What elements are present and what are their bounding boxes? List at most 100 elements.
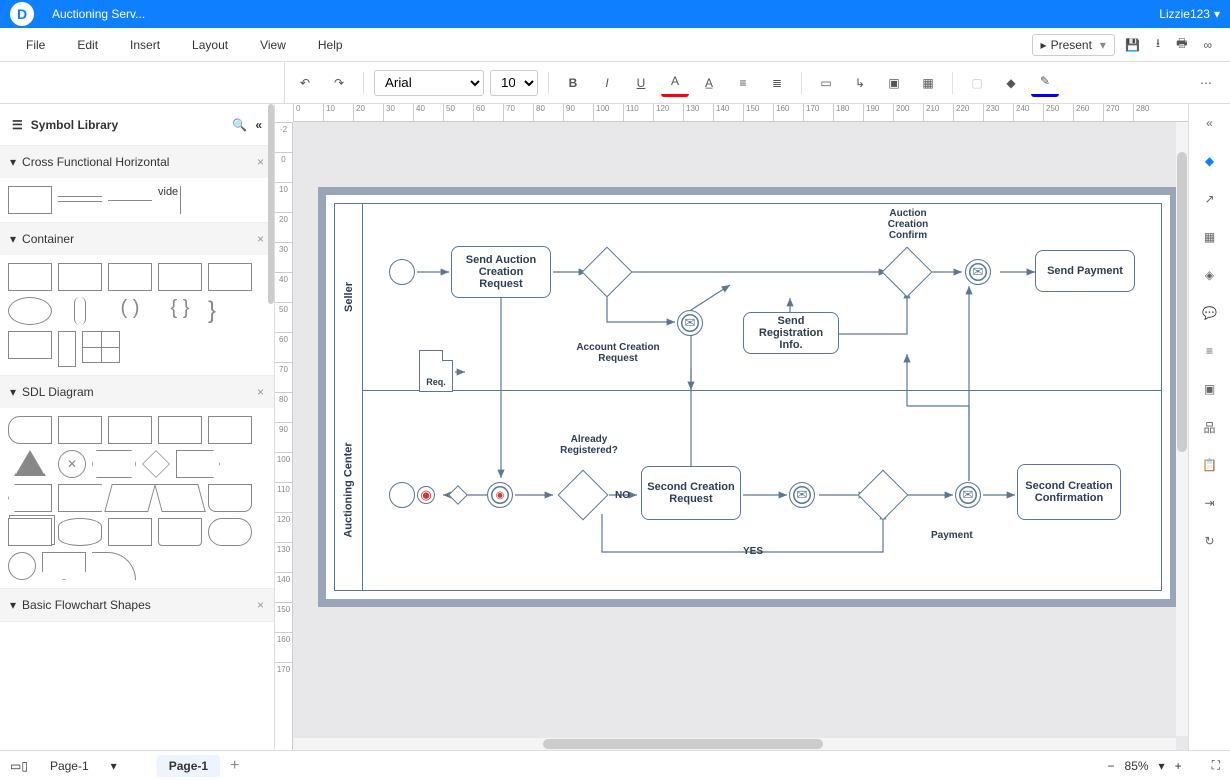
section-basic-flowchart[interactable]: ▾Basic Flowchart Shapes× [0,589,274,621]
task-second-request[interactable]: Second Creation Request [641,466,741,520]
line-color-icon[interactable]: ✎ [1031,69,1059,97]
shape[interactable] [8,331,52,359]
shape[interactable] [8,518,52,546]
shape[interactable] [158,416,202,444]
download-icon[interactable]: ⭳ [1150,30,1166,59]
textbox-icon[interactable]: ▭ [812,69,840,97]
zoom-dropdown-icon[interactable]: ▾ [1159,759,1165,773]
history-tab-icon[interactable]: ↻ [1199,530,1221,552]
gateway[interactable] [882,247,933,298]
group-icon[interactable]: ▦ [914,69,942,97]
shape[interactable] [92,450,136,478]
font-select[interactable]: Arial [374,70,484,96]
share-icon[interactable]: ∞ [1197,34,1218,56]
image-icon[interactable]: ▣ [880,69,908,97]
image-tab-icon[interactable]: ▣ [1199,378,1221,400]
shape[interactable] [16,450,44,474]
close-icon[interactable]: × [257,598,264,612]
shape[interactable] [154,484,206,512]
menu-layout[interactable]: Layout [178,32,242,58]
start-event[interactable] [389,259,415,285]
collapse-right-icon[interactable]: « [1199,112,1221,134]
shape[interactable]: vide [158,186,181,214]
signal-dot[interactable]: ◉ [493,488,507,502]
layers-tab-icon[interactable]: ◈ [1199,264,1221,286]
gateway[interactable] [448,485,468,505]
pages-icon[interactable]: ▭▯ [10,759,28,773]
shape[interactable] [82,331,120,363]
shape[interactable] [8,416,52,444]
lane-seller[interactable]: Seller [335,204,363,390]
shape[interactable]: { } [158,297,202,325]
comment-tab-icon[interactable]: 💬 [1199,302,1221,324]
gateway[interactable] [558,470,609,521]
menu-view[interactable]: View [246,32,300,58]
data-tab-icon[interactable]: ≡ [1199,340,1221,362]
shape[interactable] [58,416,102,444]
shape[interactable] [158,518,202,546]
shape[interactable] [176,450,220,478]
message-event[interactable]: ✉ [965,259,991,285]
underline-icon[interactable]: U [627,69,655,97]
fullscreen-icon[interactable]: ⛶ [1212,758,1220,773]
shape[interactable] [58,196,102,202]
data-object-req[interactable]: Req. [419,350,453,392]
fontsize-select[interactable]: 10 [490,70,538,96]
shape[interactable] [8,484,52,512]
shape[interactable] [58,331,76,367]
task-second-confirmation[interactable]: Second Creation Confirmation [1017,464,1121,520]
align-icon[interactable]: ≡ [729,69,757,97]
shape[interactable] [208,416,252,444]
shape[interactable] [8,263,52,291]
vertical-scrollbar[interactable] [1176,122,1188,736]
lane-auctioning-center[interactable]: Auctioning Center [335,390,363,590]
document-title[interactable]: Auctioning Serv... [52,7,145,21]
menu-help[interactable]: Help [304,32,357,58]
shape[interactable] [208,518,252,546]
highlight-icon[interactable]: A̲ [695,69,723,97]
shape[interactable]: } [208,297,228,325]
gateway[interactable] [582,247,633,298]
message-event[interactable]: ✉ [677,310,703,336]
task-send-payment[interactable]: Send Payment [1035,250,1135,292]
undo-icon[interactable]: ↶ [291,69,319,97]
shape[interactable]: ( ) [108,297,152,325]
fill-icon[interactable]: ◆ [997,69,1025,97]
start-event[interactable] [389,482,415,508]
menu-edit[interactable]: Edit [63,32,112,58]
shape[interactable] [58,484,102,512]
task-send-auction[interactable]: Send Auction Creation Request [451,246,551,298]
task-send-registration[interactable]: Send Registration Info. [743,312,839,354]
canvas-area[interactable]: 0102030405060708090100110120130140150160… [275,104,1188,750]
collapse-icon[interactable]: « [255,118,262,132]
message-event[interactable]: ✉ [955,482,981,508]
shape[interactable] [108,416,152,444]
style-tab-icon[interactable]: ◆ [1199,150,1221,172]
close-icon[interactable]: × [257,232,264,246]
user-menu[interactable]: Lizzie123▾ [1159,7,1220,21]
shape[interactable] [108,200,152,201]
grid-tab-icon[interactable]: ▦ [1199,226,1221,248]
export-tab-icon[interactable]: ↗ [1199,188,1221,210]
shape[interactable]: ✕ [58,450,86,478]
connector-icon[interactable]: ↳ [846,69,874,97]
search-icon[interactable]: 🔍 [232,118,247,132]
page-tab-active[interactable]: Page-1 [157,755,220,777]
shape[interactable] [108,263,152,291]
shape[interactable] [8,552,36,580]
shape[interactable] [58,263,102,291]
signal-event[interactable]: ◉ [417,486,435,504]
shape[interactable] [104,484,156,512]
add-page-icon[interactable]: + [230,757,239,775]
shape[interactable] [42,552,86,580]
page-tab[interactable]: Page-1 [38,755,101,777]
more-icon[interactable]: ⋯ [1192,69,1220,97]
present-button[interactable]: ▸Present▾ [1032,34,1115,56]
shape[interactable] [108,518,152,546]
page-dropdown-icon[interactable]: ▾ [111,759,117,773]
arrow-tab-icon[interactable]: ⇥ [1199,492,1221,514]
zoom-in-icon[interactable]: + [1175,759,1182,773]
shape[interactable] [92,552,136,580]
italic-icon[interactable]: I [593,69,621,97]
line-spacing-icon[interactable]: ≣ [763,69,791,97]
